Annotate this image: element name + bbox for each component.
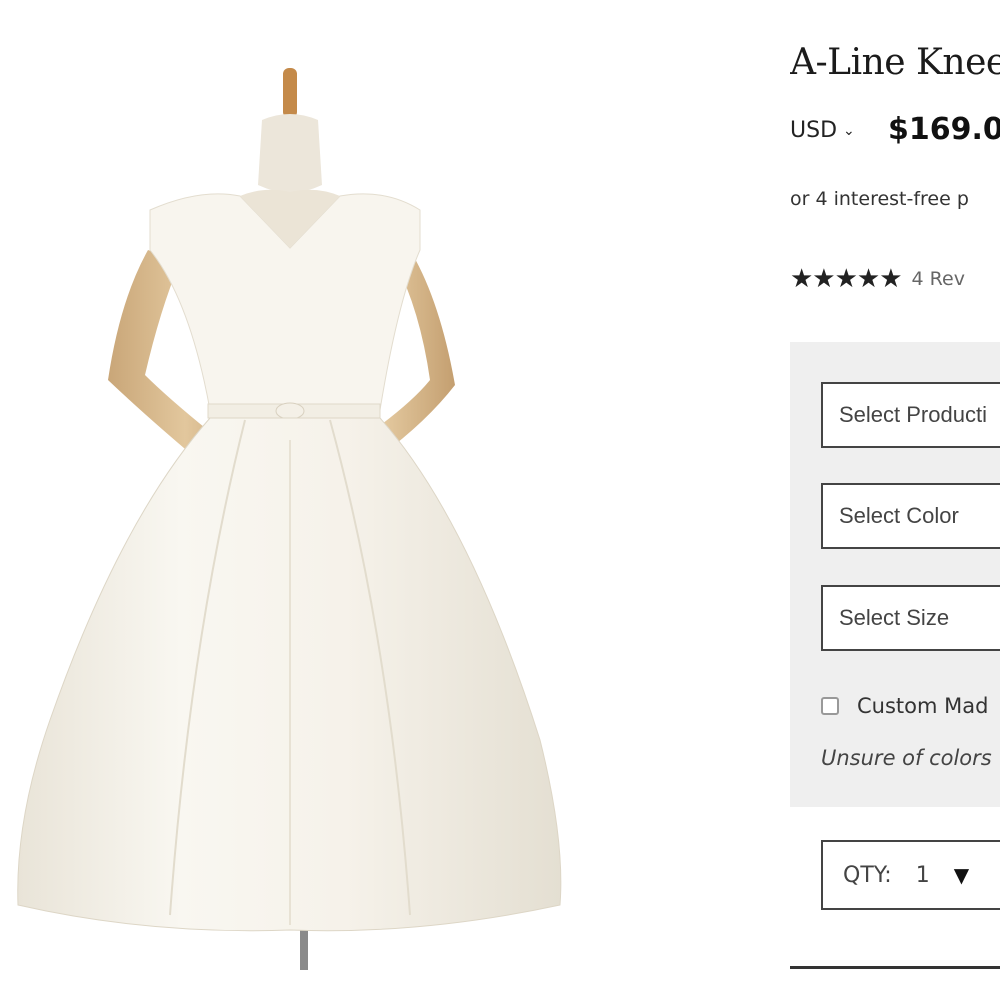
size-select[interactable]: Select Size (821, 585, 1000, 651)
reviews-link[interactable]: 4 Rev (912, 268, 965, 290)
unsure-of-colors-link[interactable]: Unsure of colors (821, 746, 992, 770)
color-select[interactable]: Select Color (821, 483, 1000, 549)
product-price: $169.0 (888, 112, 1000, 147)
currency-label: USD (790, 118, 838, 143)
product-title: A-Line Knee (790, 42, 1000, 83)
custom-made-label: Custom Mad (857, 694, 989, 718)
quantity-label: QTY: (843, 862, 892, 888)
options-panel: Select Producti Select Color Select Size… (790, 342, 1000, 807)
quantity-value: 1 (915, 862, 930, 888)
custom-made-checkbox[interactable] (821, 697, 839, 715)
divider (790, 966, 1000, 969)
installment-text: or 4 interest-free p (790, 188, 969, 210)
currency-selector[interactable]: USD ⌄ (790, 118, 855, 143)
dress-on-mannequin-image (17, 68, 562, 970)
rating[interactable]: ★★★★★ 4 Rev (790, 264, 965, 294)
chevron-down-icon: ⌄ (843, 122, 855, 139)
custom-made-option[interactable]: Custom Mad (821, 694, 988, 718)
production-select[interactable]: Select Producti (821, 382, 1000, 448)
quantity-selector[interactable]: QTY: 1 ▼ (821, 840, 1000, 910)
product-info: A-Line Knee USD ⌄ $169.0 or 4 interest-f… (790, 0, 1000, 998)
dropdown-arrow-icon: ▼ (953, 863, 970, 887)
star-rating-icon: ★★★★★ (790, 264, 903, 294)
product-image[interactable] (0, 0, 600, 998)
